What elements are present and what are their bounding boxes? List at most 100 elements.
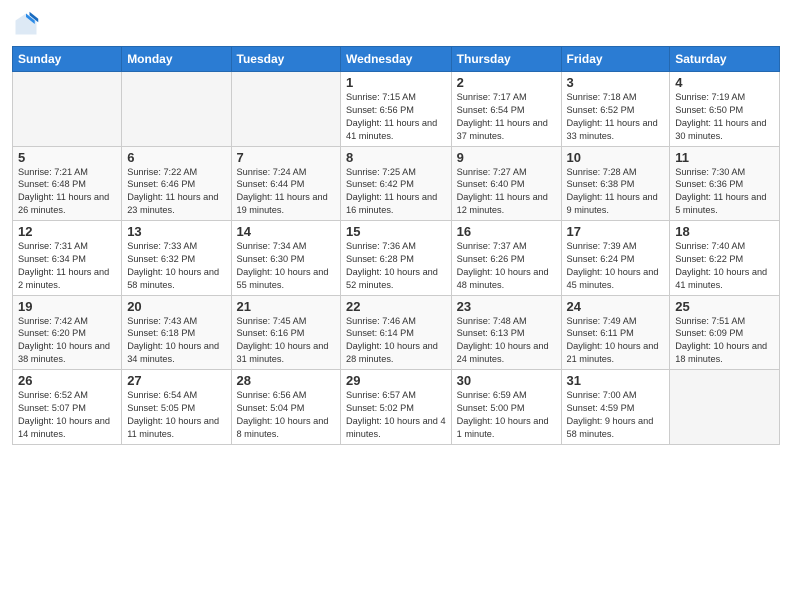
calendar-cell: 18Sunrise: 7:40 AM Sunset: 6:22 PM Dayli… — [670, 221, 780, 296]
day-info: Sunrise: 7:21 AM Sunset: 6:48 PM Dayligh… — [18, 166, 116, 218]
day-number: 12 — [18, 224, 116, 239]
calendar-cell: 10Sunrise: 7:28 AM Sunset: 6:38 PM Dayli… — [561, 146, 670, 221]
calendar-table: SundayMondayTuesdayWednesdayThursdayFrid… — [12, 46, 780, 445]
day-info: Sunrise: 7:28 AM Sunset: 6:38 PM Dayligh… — [567, 166, 665, 218]
calendar-cell: 25Sunrise: 7:51 AM Sunset: 6:09 PM Dayli… — [670, 295, 780, 370]
calendar-cell: 27Sunrise: 6:54 AM Sunset: 5:05 PM Dayli… — [122, 370, 231, 445]
day-info: Sunrise: 7:39 AM Sunset: 6:24 PM Dayligh… — [567, 240, 665, 292]
calendar-header-friday: Friday — [561, 47, 670, 72]
day-number: 18 — [675, 224, 774, 239]
day-info: Sunrise: 7:15 AM Sunset: 6:56 PM Dayligh… — [346, 91, 446, 143]
day-number: 7 — [237, 150, 335, 165]
day-info: Sunrise: 7:40 AM Sunset: 6:22 PM Dayligh… — [675, 240, 774, 292]
calendar-header-row: SundayMondayTuesdayWednesdayThursdayFrid… — [13, 47, 780, 72]
day-number: 31 — [567, 373, 665, 388]
day-info: Sunrise: 7:25 AM Sunset: 6:42 PM Dayligh… — [346, 166, 446, 218]
day-info: Sunrise: 7:24 AM Sunset: 6:44 PM Dayligh… — [237, 166, 335, 218]
calendar-header-tuesday: Tuesday — [231, 47, 340, 72]
day-info: Sunrise: 7:48 AM Sunset: 6:13 PM Dayligh… — [457, 315, 556, 367]
day-info: Sunrise: 7:36 AM Sunset: 6:28 PM Dayligh… — [346, 240, 446, 292]
calendar-cell: 2Sunrise: 7:17 AM Sunset: 6:54 PM Daylig… — [451, 72, 561, 147]
day-number: 22 — [346, 299, 446, 314]
day-info: Sunrise: 7:34 AM Sunset: 6:30 PM Dayligh… — [237, 240, 335, 292]
calendar-week-3: 12Sunrise: 7:31 AM Sunset: 6:34 PM Dayli… — [13, 221, 780, 296]
calendar-cell: 12Sunrise: 7:31 AM Sunset: 6:34 PM Dayli… — [13, 221, 122, 296]
day-number: 26 — [18, 373, 116, 388]
calendar-cell: 31Sunrise: 7:00 AM Sunset: 4:59 PM Dayli… — [561, 370, 670, 445]
calendar-cell: 3Sunrise: 7:18 AM Sunset: 6:52 PM Daylig… — [561, 72, 670, 147]
calendar-cell: 24Sunrise: 7:49 AM Sunset: 6:11 PM Dayli… — [561, 295, 670, 370]
day-info: Sunrise: 7:46 AM Sunset: 6:14 PM Dayligh… — [346, 315, 446, 367]
day-number: 3 — [567, 75, 665, 90]
calendar-cell: 23Sunrise: 7:48 AM Sunset: 6:13 PM Dayli… — [451, 295, 561, 370]
day-number: 11 — [675, 150, 774, 165]
calendar-cell: 7Sunrise: 7:24 AM Sunset: 6:44 PM Daylig… — [231, 146, 340, 221]
day-info: Sunrise: 6:52 AM Sunset: 5:07 PM Dayligh… — [18, 389, 116, 441]
day-number: 30 — [457, 373, 556, 388]
logo — [12, 10, 44, 38]
day-number: 17 — [567, 224, 665, 239]
calendar-cell: 1Sunrise: 7:15 AM Sunset: 6:56 PM Daylig… — [340, 72, 451, 147]
day-info: Sunrise: 7:43 AM Sunset: 6:18 PM Dayligh… — [127, 315, 225, 367]
calendar-cell: 20Sunrise: 7:43 AM Sunset: 6:18 PM Dayli… — [122, 295, 231, 370]
calendar-week-2: 5Sunrise: 7:21 AM Sunset: 6:48 PM Daylig… — [13, 146, 780, 221]
day-info: Sunrise: 7:00 AM Sunset: 4:59 PM Dayligh… — [567, 389, 665, 441]
calendar-cell: 9Sunrise: 7:27 AM Sunset: 6:40 PM Daylig… — [451, 146, 561, 221]
calendar-cell: 8Sunrise: 7:25 AM Sunset: 6:42 PM Daylig… — [340, 146, 451, 221]
calendar-cell — [670, 370, 780, 445]
calendar-cell — [13, 72, 122, 147]
calendar-cell: 11Sunrise: 7:30 AM Sunset: 6:36 PM Dayli… — [670, 146, 780, 221]
header — [12, 10, 780, 38]
day-number: 24 — [567, 299, 665, 314]
calendar-cell: 13Sunrise: 7:33 AM Sunset: 6:32 PM Dayli… — [122, 221, 231, 296]
calendar-cell: 21Sunrise: 7:45 AM Sunset: 6:16 PM Dayli… — [231, 295, 340, 370]
day-number: 15 — [346, 224, 446, 239]
calendar-cell — [122, 72, 231, 147]
calendar-cell: 26Sunrise: 6:52 AM Sunset: 5:07 PM Dayli… — [13, 370, 122, 445]
day-number: 19 — [18, 299, 116, 314]
day-info: Sunrise: 7:27 AM Sunset: 6:40 PM Dayligh… — [457, 166, 556, 218]
day-number: 10 — [567, 150, 665, 165]
day-number: 13 — [127, 224, 225, 239]
calendar-cell: 30Sunrise: 6:59 AM Sunset: 5:00 PM Dayli… — [451, 370, 561, 445]
day-number: 23 — [457, 299, 556, 314]
day-info: Sunrise: 7:45 AM Sunset: 6:16 PM Dayligh… — [237, 315, 335, 367]
day-number: 4 — [675, 75, 774, 90]
day-number: 25 — [675, 299, 774, 314]
day-number: 28 — [237, 373, 335, 388]
day-number: 27 — [127, 373, 225, 388]
calendar-header-monday: Monday — [122, 47, 231, 72]
calendar-cell: 6Sunrise: 7:22 AM Sunset: 6:46 PM Daylig… — [122, 146, 231, 221]
day-info: Sunrise: 7:42 AM Sunset: 6:20 PM Dayligh… — [18, 315, 116, 367]
calendar-header-saturday: Saturday — [670, 47, 780, 72]
day-info: Sunrise: 6:57 AM Sunset: 5:02 PM Dayligh… — [346, 389, 446, 441]
day-info: Sunrise: 7:22 AM Sunset: 6:46 PM Dayligh… — [127, 166, 225, 218]
calendar-cell: 19Sunrise: 7:42 AM Sunset: 6:20 PM Dayli… — [13, 295, 122, 370]
day-info: Sunrise: 6:54 AM Sunset: 5:05 PM Dayligh… — [127, 389, 225, 441]
day-info: Sunrise: 7:19 AM Sunset: 6:50 PM Dayligh… — [675, 91, 774, 143]
calendar-cell: 16Sunrise: 7:37 AM Sunset: 6:26 PM Dayli… — [451, 221, 561, 296]
day-info: Sunrise: 7:37 AM Sunset: 6:26 PM Dayligh… — [457, 240, 556, 292]
calendar-week-4: 19Sunrise: 7:42 AM Sunset: 6:20 PM Dayli… — [13, 295, 780, 370]
calendar-header-thursday: Thursday — [451, 47, 561, 72]
day-info: Sunrise: 7:17 AM Sunset: 6:54 PM Dayligh… — [457, 91, 556, 143]
day-number: 29 — [346, 373, 446, 388]
calendar-cell: 14Sunrise: 7:34 AM Sunset: 6:30 PM Dayli… — [231, 221, 340, 296]
calendar-cell: 29Sunrise: 6:57 AM Sunset: 5:02 PM Dayli… — [340, 370, 451, 445]
calendar-cell: 4Sunrise: 7:19 AM Sunset: 6:50 PM Daylig… — [670, 72, 780, 147]
day-number: 9 — [457, 150, 556, 165]
day-number: 21 — [237, 299, 335, 314]
day-info: Sunrise: 7:33 AM Sunset: 6:32 PM Dayligh… — [127, 240, 225, 292]
day-info: Sunrise: 7:31 AM Sunset: 6:34 PM Dayligh… — [18, 240, 116, 292]
day-number: 16 — [457, 224, 556, 239]
day-number: 14 — [237, 224, 335, 239]
day-number: 2 — [457, 75, 556, 90]
calendar-header-sunday: Sunday — [13, 47, 122, 72]
day-number: 6 — [127, 150, 225, 165]
calendar-week-5: 26Sunrise: 6:52 AM Sunset: 5:07 PM Dayli… — [13, 370, 780, 445]
day-info: Sunrise: 7:30 AM Sunset: 6:36 PM Dayligh… — [675, 166, 774, 218]
day-number: 5 — [18, 150, 116, 165]
day-info: Sunrise: 7:51 AM Sunset: 6:09 PM Dayligh… — [675, 315, 774, 367]
day-info: Sunrise: 6:56 AM Sunset: 5:04 PM Dayligh… — [237, 389, 335, 441]
calendar-cell — [231, 72, 340, 147]
